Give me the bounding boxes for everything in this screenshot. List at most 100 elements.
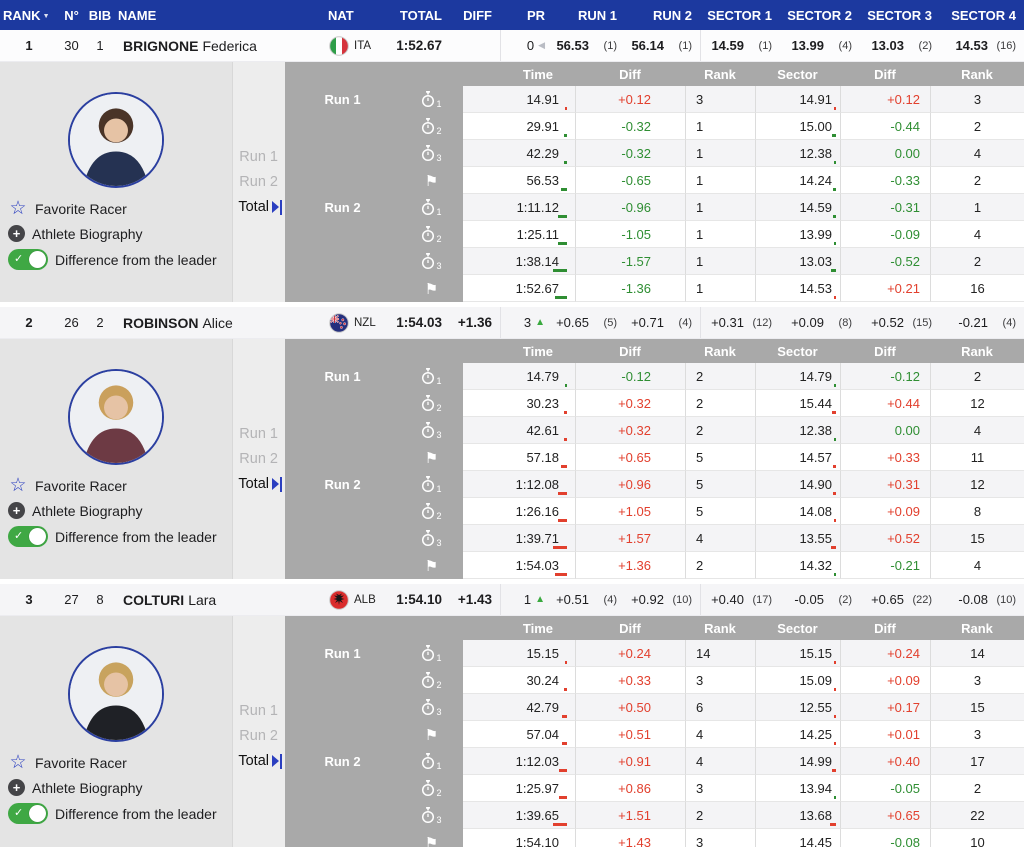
sector4-cell: -0.08(10) [940,584,1024,615]
selector-run1[interactable]: Run 1 [239,426,282,442]
checkpoint-icon-cell: 3 [400,140,463,167]
difference-toggle-row[interactable]: ✓Difference from the leader [8,803,217,824]
favorite-racer-button[interactable]: ☆Favorite Racer [8,477,217,495]
sector3-cell: 13.03(2) [860,30,940,61]
checkpoint-number: 3 [436,430,441,440]
sector-diff-cell: -0.44 [840,113,930,140]
checkpoint-icon-cell: 1 [400,86,463,113]
athlete-biography-button[interactable]: +Athlete Biography [8,779,217,796]
sector-diff-cell: 0.00 [840,140,930,167]
selector-run1[interactable]: Run 1 [239,703,282,719]
flag-ita-icon [329,36,349,56]
pace-tick [834,742,836,745]
sector-rank-cell: 11 [930,444,1024,471]
split-time-cell: 30.24 [463,667,575,694]
selector-run2[interactable]: Run 2 [239,451,282,467]
sector1-cell: +0.40(17) [700,584,780,615]
col-header-pr[interactable]: PR [500,8,553,23]
col-header-run2[interactable]: RUN 2 [625,8,700,23]
favorite-racer-button[interactable]: ☆Favorite Racer [8,200,217,218]
flag-nzl-icon [329,313,349,333]
difference-toggle-switch[interactable]: ✓ [8,803,48,824]
split-time-cell: 1:54.03 [463,552,575,579]
col-header-number[interactable]: N° [58,8,85,23]
sector-time-cell: 15.00 [755,113,840,140]
col-header-diff[interactable]: DIFF [450,8,500,23]
athlete-biography-label: Athlete Biography [32,226,143,242]
checkpoint-number: 1 [436,207,441,217]
run-label-cell [285,721,400,748]
sector-diff-cell: +0.21 [840,275,930,302]
selector-total[interactable]: Total [238,753,282,769]
selector-run1[interactable]: Run 1 [239,149,282,165]
checkpoint-number: 2 [436,126,441,136]
sector-time-cell: 14.79 [755,363,840,390]
run-label-cell: Run 2 [285,748,400,775]
col-header-label: BIB [89,8,111,23]
sector-time-cell: 15.15 [755,640,840,667]
difference-toggle-switch[interactable]: ✓ [8,526,48,547]
selector-total[interactable]: Total [238,199,282,215]
difference-toggle-switch[interactable]: ✓ [8,249,48,270]
split-diff-cell: +1.43 [575,829,685,847]
athlete-biography-button[interactable]: +Athlete Biography [8,225,217,242]
col-header-total[interactable]: TOTAL [390,8,450,23]
stopwatch-icon [421,118,435,135]
finish-flag-icon: ⚑ [425,726,438,744]
selector-run2[interactable]: Run 2 [239,174,282,190]
col-header-sector4[interactable]: SECTOR 4 [940,8,1024,23]
checkpoint-icon-cell: 2 [400,113,463,140]
split-time-cell: 57.04 [463,721,575,748]
athlete-biography-button[interactable]: +Athlete Biography [8,502,217,519]
bib-cell: 2 [85,307,115,338]
racer-summary-row[interactable]: 2 26 2 ROBINSONAlice NZL 1:54.03 +1.36 3… [0,307,1024,339]
difference-toggle-row[interactable]: ✓Difference from the leader [8,526,217,547]
position-up-icon: ▲ [535,594,545,605]
checkpoint-icon-cell: 1 [400,363,463,390]
split-time-cell: 1:11.12 [463,194,575,221]
col-header-name[interactable]: NAME [115,8,325,23]
splits-table: TimeDiffRankSectorDiffRankRun 1 1 14.91 … [285,62,1024,302]
split-time-cell: 1:39.65 [463,802,575,829]
run-label-cell: Run 2 [285,471,400,498]
pace-tick [834,296,836,299]
sector-diff-cell: -0.33 [840,167,930,194]
favorite-racer-button[interactable]: ☆Favorite Racer [8,754,217,772]
sector-time-cell: 14.53 [755,275,840,302]
col-header-bib[interactable]: BIB [85,8,115,23]
split-rank-cell: 2 [685,390,755,417]
selector-total[interactable]: Total [238,476,282,492]
racer-summary-row[interactable]: 1 30 1 BRIGNONEFederica ITA 1:52.67 0◀ 5… [0,30,1024,62]
pace-tick [833,465,836,468]
split-diff-cell: +0.50 [575,694,685,721]
sector3-cell: +0.65(22) [860,584,940,615]
col-header-sector3[interactable]: SECTOR 3 [860,8,940,23]
col-header-run1[interactable]: RUN 1 [553,8,625,23]
racer-summary-row[interactable]: 3 27 8 COLTURILara ALB 1:54.10 +1.43 1▲ … [0,584,1024,616]
sector-time-cell: 14.59 [755,194,840,221]
col-header-sector1[interactable]: SECTOR 1 [700,8,780,23]
position-change-cell: 1▲ [500,584,553,615]
col-header-sector2[interactable]: SECTOR 2 [780,8,860,23]
racer-actions: ☆Favorite Racer +Athlete Biography ✓Diff… [0,754,217,824]
sector-time-cell: 14.24 [755,167,840,194]
split-rank-cell: 3 [685,775,755,802]
selector-run2[interactable]: Run 2 [239,728,282,744]
sector-diff-cell: -0.52 [840,248,930,275]
pace-tick [559,796,567,799]
splits-header-spacer [285,616,400,640]
split-time-cell: 14.91 [463,86,575,113]
difference-toggle-row[interactable]: ✓Difference from the leader [8,249,217,270]
sector-rank-cell: 2 [930,775,1024,802]
stopwatch-icon [421,503,435,520]
pace-tick [553,823,567,826]
split-diff-cell: +0.32 [575,390,685,417]
split-rank-cell: 3 [685,86,755,113]
racer-detail-panel: ☆Favorite Racer +Athlete Biography ✓Diff… [0,62,1024,302]
col-header-rank[interactable]: RANK▼ [0,8,58,23]
col-header-nat[interactable]: NAT [325,8,390,23]
splits-header-diff: Diff [840,616,930,640]
check-icon: ✓ [14,806,23,819]
pace-tick [834,242,836,245]
racer-avatar [68,646,164,742]
